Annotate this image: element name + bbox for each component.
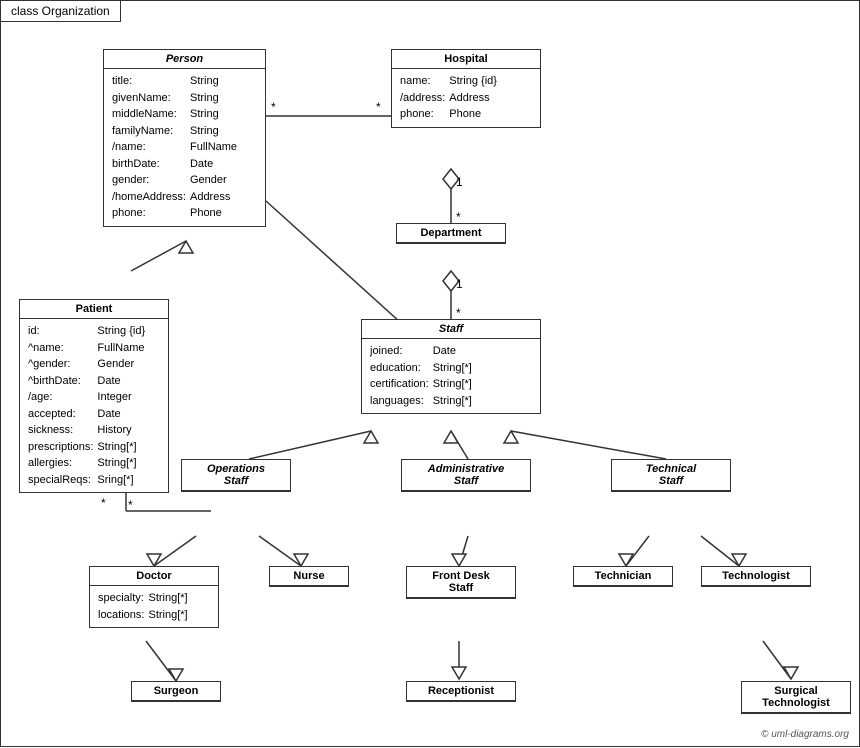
doctor-box: Doctor specialty:String[*] locations:Str…: [89, 566, 219, 628]
hospital-box: Hospital name:String {id} /address:Addre…: [391, 49, 541, 128]
surgeon-title: Surgeon: [132, 682, 220, 701]
svg-text:1: 1: [456, 175, 463, 189]
person-body: title:String givenName:String middleName…: [104, 69, 265, 226]
svg-text:1: 1: [456, 277, 463, 291]
nurse-box: Nurse: [269, 566, 349, 587]
diagram-container: class Organization * *: [0, 0, 860, 747]
staff-title: Staff: [362, 320, 540, 339]
staff-body: joined:Date education:String[*] certific…: [362, 339, 540, 413]
technical-staff-title: TechnicalStaff: [612, 460, 730, 491]
diagram-title: class Organization: [1, 1, 121, 22]
patient-title: Patient: [20, 300, 168, 319]
hospital-title: Hospital: [392, 50, 540, 69]
receptionist-title: Receptionist: [407, 682, 515, 701]
svg-text:*: *: [101, 496, 106, 510]
operations-staff-box: OperationsStaff: [181, 459, 291, 492]
department-box: Department: [396, 223, 506, 244]
person-title: Person: [104, 50, 265, 69]
receptionist-box: Receptionist: [406, 681, 516, 702]
nurse-title: Nurse: [270, 567, 348, 586]
department-title: Department: [397, 224, 505, 243]
administrative-staff-box: AdministrativeStaff: [401, 459, 531, 492]
front-desk-staff-box: Front DeskStaff: [406, 566, 516, 599]
person-box: Person title:String givenName:String mid…: [103, 49, 266, 227]
technical-staff-box: TechnicalStaff: [611, 459, 731, 492]
surgical-technologist-title: SurgicalTechnologist: [742, 682, 850, 713]
patient-box: Patient id:String {id} ^name:FullName ^g…: [19, 299, 169, 493]
technologist-title: Technologist: [702, 567, 810, 586]
technician-title: Technician: [574, 567, 672, 586]
doctor-body: specialty:String[*] locations:String[*]: [90, 586, 218, 627]
hospital-body: name:String {id} /address:Address phone:…: [392, 69, 540, 127]
doctor-title: Doctor: [90, 567, 218, 586]
patient-body: id:String {id} ^name:FullName ^gender:Ge…: [20, 319, 168, 492]
technician-box: Technician: [573, 566, 673, 587]
svg-text:*: *: [456, 210, 461, 224]
svg-text:*: *: [271, 100, 276, 114]
svg-text:*: *: [456, 306, 461, 320]
svg-text:*: *: [128, 498, 133, 512]
administrative-staff-title: AdministrativeStaff: [402, 460, 530, 491]
surgical-technologist-box: SurgicalTechnologist: [741, 681, 851, 714]
front-desk-staff-title: Front DeskStaff: [407, 567, 515, 598]
staff-box: Staff joined:Date education:String[*] ce…: [361, 319, 541, 414]
technologist-box: Technologist: [701, 566, 811, 587]
copyright: © uml-diagrams.org: [761, 729, 849, 740]
operations-staff-title: OperationsStaff: [182, 460, 290, 491]
svg-text:*: *: [376, 100, 381, 114]
surgeon-box: Surgeon: [131, 681, 221, 702]
